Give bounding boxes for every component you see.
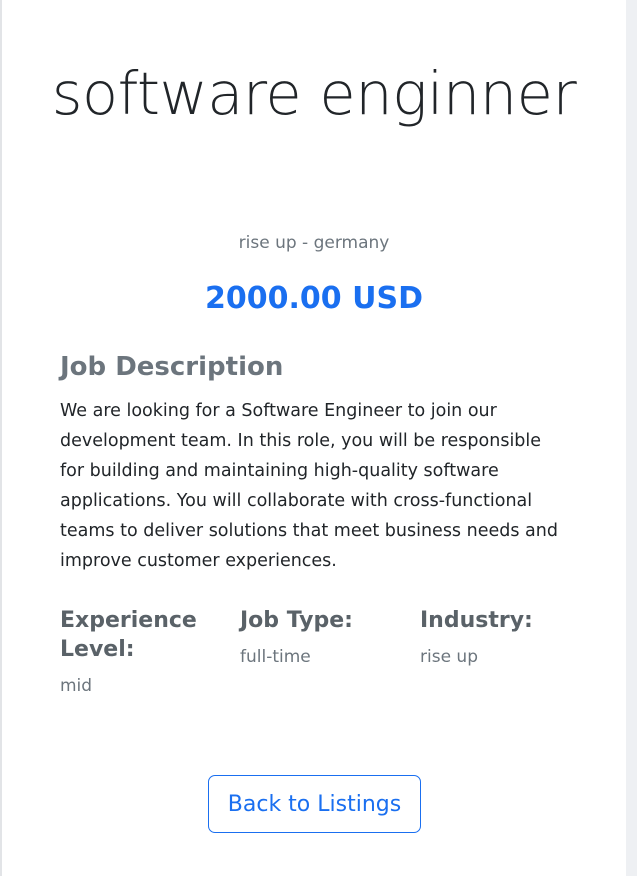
experience-level-value: mid: [60, 676, 93, 696]
back-to-listings-button[interactable]: Back to Listings: [208, 775, 421, 833]
job-detail-card: software enginner rise up - germany 2000…: [2, 0, 626, 876]
page-right-edge: [626, 0, 637, 876]
job-type-value: full-time: [240, 647, 311, 667]
industry-label: Industry:: [420, 608, 533, 633]
company-location: rise up - germany: [238, 233, 390, 253]
job-title: software enginner: [51, 59, 577, 128]
experience-level-detail: Experience Level: mid: [60, 606, 210, 698]
experience-level-label: Experience Level:: [60, 608, 197, 662]
job-description-text: We are looking for a Software Engineer t…: [60, 401, 558, 571]
industry-detail: Industry: rise up: [420, 606, 580, 669]
job-type-label: Job Type:: [240, 608, 353, 633]
salary: 2000.00 USD: [205, 281, 423, 316]
job-type-detail: Job Type: full-time: [240, 606, 400, 669]
job-description-heading: Job Description: [60, 352, 284, 382]
industry-value: rise up: [420, 647, 478, 667]
